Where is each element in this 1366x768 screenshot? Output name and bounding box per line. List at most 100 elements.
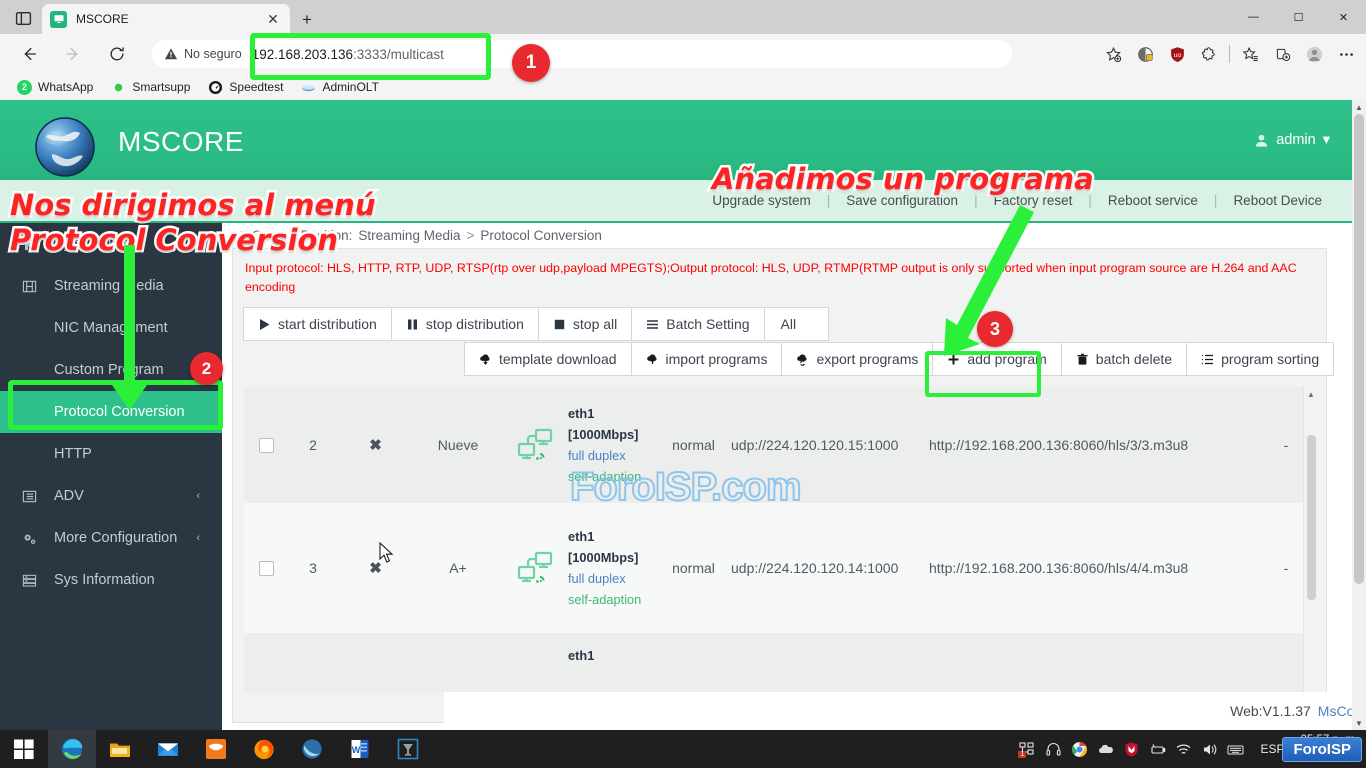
headset-icon[interactable] bbox=[1040, 730, 1066, 768]
mail-icon[interactable] bbox=[144, 730, 192, 768]
sidebar-item-nic-management[interactable]: NIC Management bbox=[0, 307, 222, 349]
import-programs-button[interactable]: import programs bbox=[631, 342, 783, 376]
row-checkbox[interactable] bbox=[259, 561, 274, 576]
table-row[interactable]: 3 ✖ A+ e bbox=[244, 503, 1303, 633]
sidebar-item-label: NIC Management bbox=[54, 320, 168, 336]
speedtest-icon bbox=[208, 80, 223, 95]
table-scroll-thumb[interactable] bbox=[1307, 435, 1316, 600]
new-tab-button[interactable]: + bbox=[296, 9, 318, 31]
chevron-down-icon: ▾ bbox=[1323, 132, 1330, 148]
table-row[interactable]: 2 ✖ Nueve bbox=[244, 387, 1303, 503]
link-reboot-device[interactable]: Reboot Device bbox=[1217, 193, 1338, 208]
chrome-tray-icon[interactable] bbox=[1066, 730, 1092, 768]
wifi-icon[interactable] bbox=[1170, 730, 1196, 768]
row-checkbox-cell[interactable] bbox=[244, 438, 288, 453]
firefox-icon[interactable] bbox=[240, 730, 288, 768]
sidebar-item-adv[interactable]: ADV ‹ bbox=[0, 475, 222, 517]
protocol-conversion-panel: Input protocol: HLS, HTTP, RTP, UDP, RTS… bbox=[232, 248, 1327, 723]
thunderbird-icon[interactable] bbox=[192, 730, 240, 768]
page-scrollbar[interactable]: ▲ ▼ bbox=[1352, 100, 1366, 730]
row-output-url: http://192.168.200.136:8060/hls/4/4.m3u8 bbox=[929, 560, 1269, 576]
browser-tab[interactable]: MSCORE ✕ bbox=[42, 4, 290, 34]
start-windows-icon[interactable] bbox=[0, 730, 48, 768]
ublock-shield-icon[interactable]: uo bbox=[1161, 38, 1193, 70]
stop-distribution-button[interactable]: stop distribution bbox=[391, 307, 539, 341]
page-scroll-thumb[interactable] bbox=[1354, 114, 1364, 584]
start-distribution-button[interactable]: start distribution bbox=[243, 307, 392, 341]
sidebar-item-http[interactable]: HTTP bbox=[0, 433, 222, 475]
extensions-puzzle-icon[interactable] bbox=[1193, 38, 1225, 70]
close-icon[interactable]: ✕ bbox=[264, 10, 282, 28]
stop-all-button[interactable]: stop all bbox=[538, 307, 632, 341]
bookmark-label: Smartsupp bbox=[132, 80, 190, 94]
table-row[interactable]: eth1 bbox=[244, 633, 1303, 693]
table-scrollbar[interactable]: ▲ ▼ bbox=[1303, 387, 1317, 712]
batch-setting-button[interactable]: Batch Setting bbox=[631, 307, 764, 341]
reload-button[interactable] bbox=[100, 34, 134, 74]
row-eth-info: eth1 bbox=[568, 633, 656, 666]
profile-avatar-icon[interactable] bbox=[1298, 38, 1330, 70]
eth-duplex: full duplex bbox=[568, 568, 656, 589]
word-icon[interactable]: W bbox=[336, 730, 384, 768]
bookmark-whatsapp[interactable]: 2 WhatsApp bbox=[10, 78, 100, 97]
battery-icon[interactable] bbox=[1144, 730, 1170, 768]
back-button[interactable] bbox=[12, 34, 46, 74]
address-bar[interactable]: No seguro 192.168.203.136:3333/multicast bbox=[152, 40, 1012, 68]
export-programs-button[interactable]: export programs bbox=[781, 342, 933, 376]
sidebar-item-sys-information[interactable]: Sys Information bbox=[0, 559, 222, 601]
sidebar-item-sys-desktop[interactable]: Sys Desktop bbox=[0, 223, 222, 265]
bookmark-speedtest[interactable]: Speedtest bbox=[201, 78, 290, 97]
security-indicator[interactable]: No seguro bbox=[164, 47, 242, 61]
network-devices-tray-icon[interactable]: 1 bbox=[1014, 730, 1040, 768]
jquery-icon[interactable] bbox=[288, 730, 336, 768]
split-screen-icon[interactable] bbox=[1129, 38, 1161, 70]
filezilla-icon[interactable] bbox=[384, 730, 432, 768]
home-icon: ☖ bbox=[236, 229, 246, 242]
tab-search-icon[interactable] bbox=[8, 5, 38, 31]
row-enabled-icon[interactable]: ✖ bbox=[338, 559, 413, 577]
volume-icon[interactable] bbox=[1196, 730, 1222, 768]
file-explorer-icon[interactable] bbox=[96, 730, 144, 768]
row-input-url: udp://224.120.120.15:1000 bbox=[731, 437, 929, 453]
user-menu[interactable]: admin ▾ bbox=[1254, 132, 1330, 148]
scroll-up-icon[interactable]: ▲ bbox=[1352, 100, 1366, 114]
collections-icon[interactable] bbox=[1266, 38, 1298, 70]
row-enabled-icon[interactable]: ✖ bbox=[338, 436, 413, 454]
maximize-button[interactable]: ☐ bbox=[1276, 0, 1321, 34]
batch-delete-button[interactable]: batch delete bbox=[1061, 342, 1187, 376]
star-plus-icon[interactable] bbox=[1097, 38, 1129, 70]
template-download-button[interactable]: template download bbox=[464, 342, 632, 376]
svg-text:uo: uo bbox=[1173, 52, 1181, 59]
bookmark-smartsupp[interactable]: Smartsupp bbox=[104, 78, 197, 97]
link-save-configuration[interactable]: Save configuration bbox=[830, 193, 974, 208]
row-checkbox[interactable] bbox=[259, 438, 274, 453]
sidebar-item-streaming-media[interactable]: Streaming Media ⱟ bbox=[0, 265, 222, 307]
eth-name: eth1 bbox=[568, 633, 656, 666]
favorites-star-icon[interactable] bbox=[1234, 38, 1266, 70]
minimize-button[interactable]: — bbox=[1231, 0, 1276, 34]
network-devices-icon bbox=[503, 427, 568, 463]
keyboard-icon[interactable] bbox=[1222, 730, 1248, 768]
scroll-up-icon[interactable]: ▲ bbox=[1304, 387, 1317, 401]
edge-browser-icon[interactable] bbox=[48, 730, 96, 768]
sidebar-item-more-configuration[interactable]: More Configuration ‹ bbox=[0, 517, 222, 559]
scroll-down-icon[interactable]: ▼ bbox=[1352, 716, 1366, 730]
mcafee-shield-icon[interactable] bbox=[1118, 730, 1144, 768]
bookmark-adminolt[interactable]: AdminOLT bbox=[294, 78, 385, 97]
row-input-url: udp://224.120.120.14:1000 bbox=[731, 560, 929, 576]
row-checkbox-cell[interactable] bbox=[244, 561, 288, 576]
url-path: :3333/multicast bbox=[353, 47, 444, 62]
program-sorting-button[interactable]: program sorting bbox=[1186, 342, 1334, 376]
onedrive-icon[interactable] bbox=[1092, 730, 1118, 768]
close-window-button[interactable]: ✕ bbox=[1321, 0, 1366, 34]
sidebar-item-custom-program[interactable]: Custom Program bbox=[0, 349, 222, 391]
forward-button[interactable] bbox=[56, 34, 90, 74]
link-reboot-service[interactable]: Reboot service bbox=[1092, 193, 1214, 208]
add-program-button[interactable]: add program bbox=[932, 342, 1061, 376]
filter-select[interactable]: All ⱟ bbox=[764, 307, 830, 341]
sidebar-item-protocol-conversion[interactable]: Protocol Conversion bbox=[0, 391, 222, 433]
link-factory-reset[interactable]: Factory reset bbox=[978, 193, 1089, 208]
more-ellipsis-icon[interactable] bbox=[1330, 38, 1362, 70]
link-upgrade-system[interactable]: Upgrade system bbox=[696, 193, 826, 208]
breadcrumb-parent[interactable]: Streaming Media bbox=[358, 228, 460, 243]
